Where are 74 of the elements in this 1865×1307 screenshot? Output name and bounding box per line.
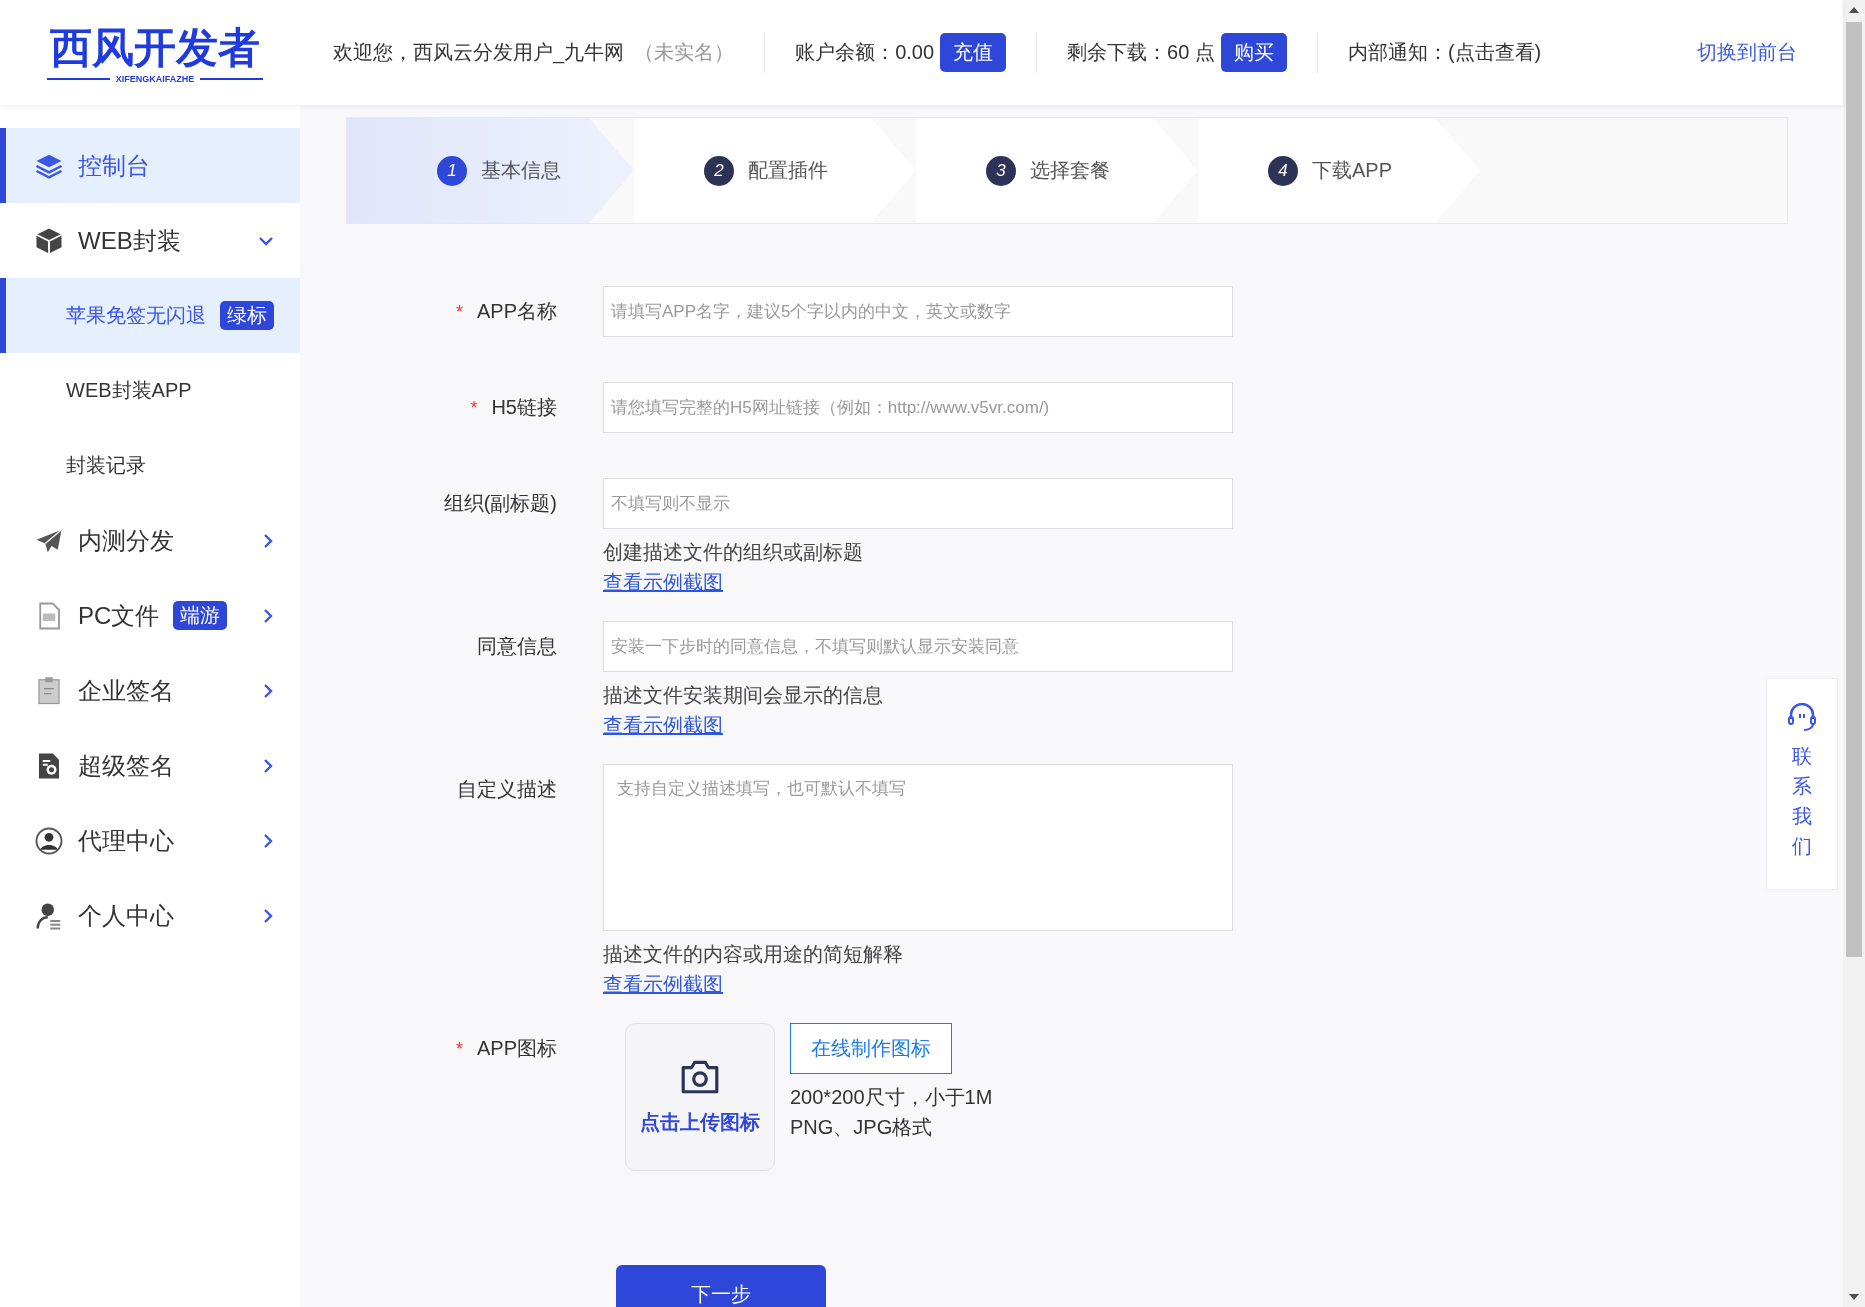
sidebar-item[interactable]: 个人中心 bbox=[0, 878, 300, 953]
example-link[interactable]: 查看示例截图 bbox=[603, 710, 723, 740]
sidebar-item[interactable]: 代理中心 bbox=[0, 803, 300, 878]
field-hint: 描述文件的内容或用途的简短解释 bbox=[603, 942, 903, 967]
sidebar-label: 代理中心 bbox=[78, 825, 174, 856]
sidebar-label: 封装记录 bbox=[66, 453, 146, 478]
example-link[interactable]: 查看示例截图 bbox=[603, 567, 723, 597]
recharge-button[interactable]: 充值 bbox=[940, 33, 1007, 72]
field-label: APP图标 bbox=[476, 1037, 557, 1059]
step-tab[interactable]: 4 下载APP bbox=[1198, 118, 1480, 223]
buy-button[interactable]: 购买 bbox=[1220, 33, 1287, 72]
upload-button[interactable]: 点击上传图标 bbox=[625, 1023, 775, 1171]
step-tab[interactable]: 3 选择套餐 bbox=[916, 118, 1198, 223]
sidebar-subitem[interactable]: 苹果免签无闪退 绿标 bbox=[0, 278, 300, 353]
field-label: 组织(副标题) bbox=[443, 492, 557, 514]
sidebar-label: PC文件 bbox=[78, 600, 160, 631]
step-number: 3 bbox=[986, 155, 1016, 186]
make-icon-button[interactable]: 在线制作图标 bbox=[790, 1023, 952, 1074]
sidebar-label: WEB封装 bbox=[78, 225, 181, 256]
chevron-right-icon bbox=[262, 757, 274, 774]
camera-icon bbox=[679, 1058, 721, 1095]
notice-link[interactable]: 内部通知：(点击查看) bbox=[1347, 39, 1542, 66]
required-mark: * bbox=[455, 1039, 463, 1059]
sidebar-label: 企业签名 bbox=[78, 675, 174, 706]
chevron-right-icon bbox=[262, 682, 274, 699]
tag: 绿标 bbox=[220, 301, 274, 330]
field-label: 同意信息 bbox=[477, 635, 557, 657]
welcome-text: 欢迎您，西风云分发用户_九牛网 bbox=[333, 40, 625, 66]
sidebar-item[interactable]: 企业签名 bbox=[0, 653, 300, 728]
upload-note: PNG、JPG格式 bbox=[790, 1115, 934, 1140]
sidebar-item[interactable]: WEB封装 bbox=[0, 203, 300, 278]
sidebar-item[interactable]: 超级签名 bbox=[0, 728, 300, 803]
logo: 西风开发者 XIFENGKAIFAZHE bbox=[47, 21, 263, 84]
sidebar-label: 个人中心 bbox=[78, 900, 174, 931]
scroll-down-icon[interactable] bbox=[1849, 1294, 1859, 1300]
downloads-text: 剩余下载：60 点 bbox=[1067, 40, 1215, 65]
sidebar-item[interactable]: PC文件 端游 bbox=[0, 578, 300, 653]
required-mark: * bbox=[470, 398, 478, 418]
chevron-right-icon bbox=[262, 907, 274, 924]
chevron-right-icon bbox=[262, 532, 274, 549]
step-tab[interactable]: 1 基本信息 bbox=[347, 118, 634, 223]
sidebar-item[interactable]: 内测分发 bbox=[0, 503, 300, 578]
scroll-up-icon[interactable] bbox=[1849, 7, 1859, 13]
example-link[interactable]: 查看示例截图 bbox=[603, 969, 723, 999]
field-hint: 描述文件安装期间会显示的信息 bbox=[603, 683, 883, 708]
contact-panel[interactable]: 联系我们 bbox=[1766, 678, 1838, 890]
tag: 端游 bbox=[173, 601, 228, 630]
chevron-down-icon bbox=[258, 234, 274, 247]
step-tab[interactable]: 2 配置插件 bbox=[634, 118, 916, 223]
sidebar-subitem[interactable]: 封装记录 bbox=[0, 428, 300, 503]
headset-icon bbox=[1786, 703, 1818, 731]
field-hint: 创建描述文件的组织或副标题 bbox=[603, 540, 863, 565]
field-label: 自定义描述 bbox=[457, 778, 557, 800]
step-number: 4 bbox=[1268, 155, 1298, 186]
sidebar-label: 超级签名 bbox=[78, 750, 174, 781]
sidebar-label: 内测分发 bbox=[78, 525, 174, 556]
step-number: 2 bbox=[704, 155, 734, 186]
sidebar-item[interactable]: 控制台 bbox=[0, 128, 300, 203]
verify-status: （未实名） bbox=[634, 40, 735, 65]
next-button[interactable]: 下一步 bbox=[616, 1265, 826, 1307]
sidebar-label: WEB封装APP bbox=[66, 378, 192, 403]
upload-note: 200*200尺寸，小于1M bbox=[790, 1085, 993, 1110]
balance-text: 账户余额：0.00 bbox=[795, 40, 935, 65]
switch-link[interactable]: 切换到前台 bbox=[1697, 39, 1797, 66]
required-mark: * bbox=[455, 302, 463, 322]
field-label: APP名称 bbox=[476, 300, 557, 322]
sidebar-subitem[interactable]: WEB封装APP bbox=[0, 353, 300, 428]
sidebar-label: 苹果免签无闪退 bbox=[66, 303, 206, 328]
chevron-right-icon bbox=[262, 607, 274, 624]
sidebar-label: 控制台 bbox=[78, 150, 150, 181]
chevron-right-icon bbox=[262, 832, 274, 849]
field-label: H5链接 bbox=[491, 396, 557, 418]
person-icon bbox=[34, 825, 64, 856]
step-number: 1 bbox=[437, 155, 467, 186]
